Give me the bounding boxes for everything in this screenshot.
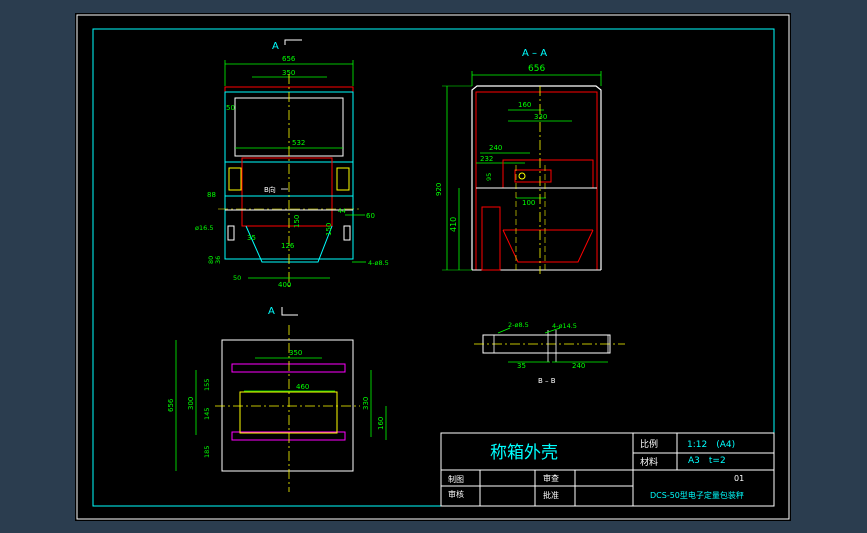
front-dim-150b: 150 bbox=[325, 223, 333, 236]
title-block: 称箱外壳 比例 1:12 (A4) 材料 A3 t=2 制图 审查 审核 批准 … bbox=[440, 432, 775, 507]
outer-frame bbox=[76, 14, 790, 520]
section-dim-920: 920 bbox=[435, 183, 443, 196]
front-view: A 656 350 50 532 B向 88 ø16.5 60 150 150 … bbox=[195, 39, 389, 289]
front-dim-hole: ø16.5 bbox=[195, 224, 213, 232]
title-block-material-value: A3 t=2 bbox=[688, 456, 726, 466]
plan-view-label: A bbox=[268, 306, 275, 317]
plan-view-arrow bbox=[281, 307, 298, 316]
plan-dim-185: 185 bbox=[203, 446, 211, 458]
front-view-label: A bbox=[272, 41, 279, 52]
front-dim-400: 400 bbox=[278, 281, 291, 289]
front-dim-50: 50 bbox=[226, 104, 235, 112]
front-dim-60: 60 bbox=[366, 212, 375, 220]
front-dim-44: 44 bbox=[338, 208, 346, 215]
title-block-check-label: 审核 bbox=[448, 489, 464, 499]
title-block-scale-value: 1:12 (A4) bbox=[687, 440, 735, 450]
front-dim-656: 656 bbox=[282, 55, 296, 63]
title-block-approve-label: 批准 bbox=[543, 490, 559, 500]
section-dim-100: 100 bbox=[522, 199, 535, 207]
plan-dim-656: 656 bbox=[167, 398, 175, 412]
title-block-scale-label: 比例 bbox=[640, 438, 658, 450]
bb-holes-a: 2-ø8.5 bbox=[508, 321, 529, 329]
front-dim-88: 88 bbox=[207, 191, 216, 199]
bb-dim-240: 240 bbox=[572, 362, 585, 370]
plan-dim-160: 160 bbox=[377, 417, 385, 430]
front-dim-50b: 50 bbox=[233, 274, 241, 282]
front-dim-126: 126 bbox=[281, 242, 295, 250]
plan-dim-330: 330 bbox=[362, 397, 370, 410]
cad-drawing: A 656 350 50 532 B向 88 ø16.5 60 150 150 … bbox=[76, 14, 790, 520]
front-view-arrow bbox=[284, 39, 302, 45]
section-view: A – A 656 160 330 240 232 95 100 920 410 bbox=[435, 48, 602, 274]
plan-dim-300: 300 bbox=[187, 397, 195, 410]
title-block-title: 称箱外壳 bbox=[490, 443, 558, 463]
title-block-project: DCS-50型电子定量包装秤 bbox=[650, 490, 744, 500]
section-dim-410: 410 bbox=[449, 217, 458, 232]
front-dim-532: 532 bbox=[292, 139, 305, 147]
plan-view: A 350 460 656 300 155 145 185 330 160 bbox=[167, 306, 387, 492]
section-view-label: A – A bbox=[522, 48, 547, 59]
section-dim-160: 160 bbox=[518, 101, 531, 109]
section-dim-240: 240 bbox=[489, 144, 502, 152]
plan-dim-460: 460 bbox=[296, 383, 309, 391]
section-dim-330: 330 bbox=[534, 113, 547, 121]
plan-dim-145: 145 bbox=[203, 408, 211, 420]
section-dim-232: 232 bbox=[480, 155, 493, 163]
section-dim-95: 95 bbox=[485, 173, 493, 181]
section-dim-656: 656 bbox=[528, 64, 545, 74]
bb-holes-b: 4-ø14.5 bbox=[552, 322, 577, 330]
bb-dim-35: 35 bbox=[517, 362, 526, 370]
front-dim-35: 35 bbox=[247, 234, 256, 242]
title-block-material-label: 材料 bbox=[640, 456, 658, 468]
front-dim-holes: 4-ø8.5 bbox=[368, 259, 389, 267]
front-dim-36: 36 bbox=[214, 256, 222, 264]
inner-frame bbox=[92, 28, 775, 507]
b-arrow-label: B向 bbox=[264, 185, 276, 194]
bb-view-label: B – B bbox=[538, 377, 556, 385]
plan-dim-155: 155 bbox=[203, 379, 211, 391]
title-block-drawn-label: 制图 bbox=[448, 474, 464, 484]
front-dim-150a: 150 bbox=[293, 215, 301, 228]
title-block-drawing-no: 01 bbox=[734, 474, 744, 483]
bb-view: 2-ø8.5 4-ø14.5 35 240 B – B bbox=[474, 321, 625, 385]
title-block-review-label: 审查 bbox=[543, 473, 559, 483]
plan-dim-350: 350 bbox=[289, 349, 302, 357]
